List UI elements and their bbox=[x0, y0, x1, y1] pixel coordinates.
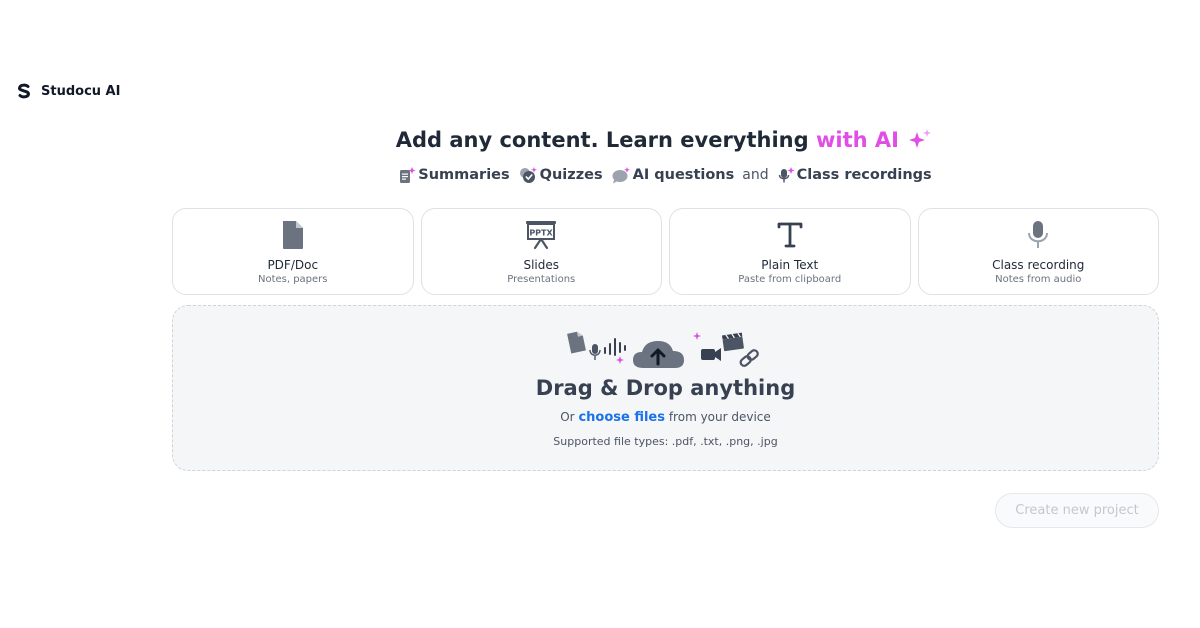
microphone-icon bbox=[1028, 221, 1049, 248]
feature-class-recordings: Class recordings bbox=[777, 166, 932, 184]
choose-files-link[interactable]: choose files bbox=[578, 410, 665, 425]
quiz-check-icon bbox=[519, 167, 537, 183]
content-type-cards: PDF/Doc Notes, papers PPTX Slides Presen… bbox=[172, 208, 1159, 295]
dropzone-title: Drag & Drop anything bbox=[535, 376, 796, 400]
from-device-text: from your device bbox=[668, 410, 771, 424]
pptx-label: PPTX bbox=[530, 229, 554, 238]
supported-file-types: Supported file types: .pdf, .txt, .png, … bbox=[553, 435, 778, 448]
document-sparkle-icon bbox=[400, 167, 416, 183]
headline-main: Add any content. Learn everything bbox=[395, 128, 816, 152]
sound-wave-icon bbox=[604, 338, 626, 356]
file-icon bbox=[282, 221, 303, 249]
card-subtitle: Notes, papers bbox=[257, 274, 328, 285]
feature-summaries: Summaries bbox=[398, 166, 510, 184]
link-icon bbox=[739, 349, 759, 367]
card-slides[interactable]: PPTX Slides Presentations bbox=[420, 208, 662, 295]
dropzone-subtitle: Or choose files from your device bbox=[173, 410, 1158, 425]
or-text: Or bbox=[560, 410, 575, 424]
video-camera-icon bbox=[701, 348, 721, 361]
feature-summaries-label: Summaries bbox=[418, 167, 510, 183]
upload-illustration bbox=[567, 331, 759, 368]
brand-name: Studocu AI bbox=[41, 83, 121, 99]
brand[interactable]: Studocu AI bbox=[15, 82, 120, 100]
feature-class-recordings-label: Class recordings bbox=[796, 167, 932, 183]
features-row: Summaries Quizzes AI questions and Class… bbox=[0, 166, 1200, 184]
file-dropzone[interactable]: Drag & Drop anything Or choose files fro… bbox=[172, 305, 1159, 471]
studocu-logo-icon bbox=[15, 82, 33, 100]
feature-quizzes: Quizzes bbox=[518, 166, 603, 184]
feature-ai-questions-label: AI questions bbox=[632, 167, 735, 183]
sparkle-small-icon bbox=[616, 356, 624, 364]
card-plain-text[interactable]: Plain Text Paste from clipboard bbox=[669, 208, 911, 295]
create-new-project-button[interactable]: Create new project bbox=[995, 493, 1159, 528]
sparkle-icon bbox=[909, 129, 932, 148]
card-subtitle: Notes from audio bbox=[995, 274, 1082, 285]
presentation-icon: PPTX bbox=[526, 221, 557, 250]
page-title: Add any content. Learn everything with A… bbox=[0, 128, 1200, 152]
card-class-recording[interactable]: Class recording Notes from audio bbox=[917, 208, 1159, 295]
headline-accent: with AI bbox=[815, 128, 899, 152]
feature-quizzes-label: Quizzes bbox=[539, 167, 603, 183]
card-title: Slides bbox=[523, 258, 560, 272]
microphone-sparkle-icon bbox=[778, 167, 795, 183]
card-subtitle: Paste from clipboard bbox=[738, 274, 842, 285]
card-title: PDF/Doc bbox=[267, 258, 319, 272]
sparkle-small-icon bbox=[693, 332, 701, 340]
card-title: Class recording bbox=[992, 258, 1085, 272]
clapperboard-icon bbox=[721, 332, 744, 352]
document-icon bbox=[567, 331, 586, 354]
card-pdf-doc[interactable]: PDF/Doc Notes, papers bbox=[172, 208, 414, 295]
feature-ai-questions: AI questions bbox=[611, 166, 735, 184]
and-text: and bbox=[742, 167, 769, 183]
card-subtitle: Presentations bbox=[507, 274, 576, 285]
text-icon bbox=[777, 222, 803, 248]
chat-bubble-icon bbox=[612, 167, 630, 184]
small-microphone-icon bbox=[589, 344, 601, 360]
card-title: Plain Text bbox=[761, 258, 819, 272]
cloud-upload-icon bbox=[633, 341, 684, 368]
